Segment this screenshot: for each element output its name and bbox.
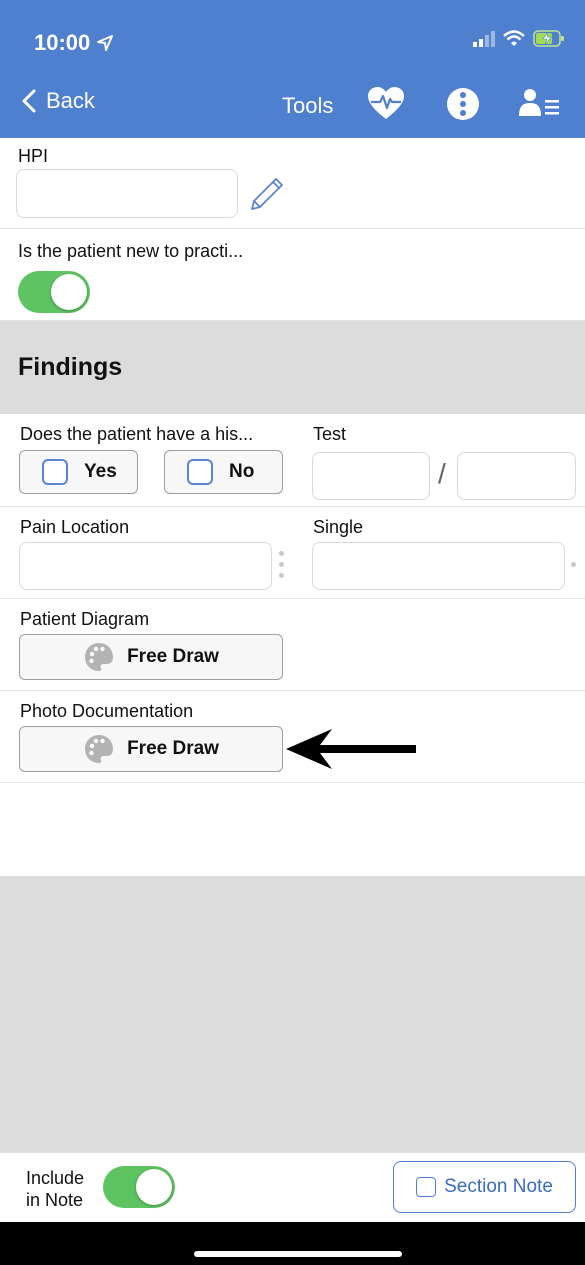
chevron-left-icon — [22, 89, 36, 113]
hpi-label: HPI — [18, 146, 49, 166]
new-patient-toggle[interactable] — [18, 271, 90, 313]
section-note-label: Section Note — [444, 1176, 553, 1197]
checkbox-icon — [416, 1177, 437, 1197]
new-patient-row: Is the patient new to practi... — [0, 229, 585, 321]
patient-diagram-label: Patient Diagram — [20, 609, 150, 629]
more-options-icon[interactable] — [446, 86, 480, 122]
photo-documentation-row: Photo Documentation Free Draw — [0, 691, 585, 783]
wifi-icon — [503, 30, 525, 46]
location-arrow-icon — [97, 35, 114, 51]
tools-button[interactable]: Tools — [282, 93, 333, 119]
patient-diagram-row: Patient Diagram Free Draw — [0, 599, 585, 691]
yes-checkbox-button[interactable]: Yes — [19, 450, 138, 494]
no-checkbox-button[interactable]: No — [164, 450, 283, 494]
checkbox-icon — [187, 459, 213, 485]
no-label: No — [229, 461, 255, 482]
toggle-knob — [51, 274, 87, 310]
palette-icon — [85, 643, 114, 671]
pain-location-label: Pain Location — [20, 517, 130, 537]
section-note-button[interactable]: Section Note — [393, 1161, 576, 1213]
pain-location-input[interactable] — [19, 542, 272, 590]
pencil-icon[interactable] — [246, 176, 286, 212]
hpi-row: HPI — [0, 138, 585, 229]
pain-location-drag-handle-icon[interactable] — [279, 551, 285, 578]
findings-header: Findings — [0, 321, 585, 414]
include-line-2: in Note — [26, 1190, 84, 1210]
back-button[interactable]: Back — [22, 88, 95, 114]
back-label: Back — [46, 88, 95, 113]
home-indicator-area — [0, 1222, 585, 1265]
status-time-text: 10:00 — [34, 30, 91, 55]
include-in-note-label: Include in Note — [26, 1167, 84, 1211]
signal-icon — [473, 30, 495, 47]
status-time: 10:00 — [34, 30, 114, 56]
single-drag-handle-icon[interactable] — [571, 562, 577, 567]
findings-title: Findings — [18, 353, 123, 381]
history-test-row: Does the patient have a his... Yes No Te… — [0, 414, 585, 507]
include-line-1: Include — [26, 1168, 85, 1188]
pain-single-row: Pain Location Single — [0, 507, 585, 599]
photo-documentation-button-label: Free Draw — [127, 738, 219, 759]
bottom-grey-area — [0, 876, 585, 1152]
new-patient-label: Is the patient new to practi... — [18, 241, 244, 261]
app-header: 10:00 Back Tools — [0, 0, 585, 138]
test-label: Test — [313, 424, 347, 444]
status-indicators — [473, 30, 565, 47]
yes-label: Yes — [84, 461, 117, 482]
test-separator: / — [438, 458, 446, 489]
checkbox-icon — [42, 459, 68, 485]
home-indicator[interactable] — [194, 1251, 402, 1257]
heart-pulse-icon[interactable] — [367, 86, 405, 122]
patient-diagram-button-label: Free Draw — [127, 646, 219, 667]
test-input-right[interactable] — [457, 452, 576, 500]
test-input-left[interactable] — [312, 452, 430, 500]
footer-bar: Include in Note Section Note — [0, 1152, 585, 1222]
single-input[interactable] — [312, 542, 565, 590]
patient-diagram-free-draw-button[interactable]: Free Draw — [19, 634, 283, 680]
history-label: Does the patient have a his... — [20, 424, 254, 444]
photo-documentation-label: Photo Documentation — [20, 701, 194, 721]
navigation-bar: Back Tools — [0, 78, 585, 134]
patient-menu-icon[interactable] — [519, 86, 561, 122]
include-in-note-toggle[interactable] — [103, 1166, 175, 1208]
empty-row — [0, 784, 585, 876]
arrow-left-icon — [286, 729, 416, 769]
photo-documentation-free-draw-button[interactable]: Free Draw — [19, 726, 283, 772]
palette-icon — [85, 735, 114, 763]
toggle-knob — [136, 1169, 172, 1205]
battery-charging-icon — [533, 30, 564, 47]
hpi-input[interactable] — [16, 169, 238, 218]
single-label: Single — [313, 517, 364, 537]
